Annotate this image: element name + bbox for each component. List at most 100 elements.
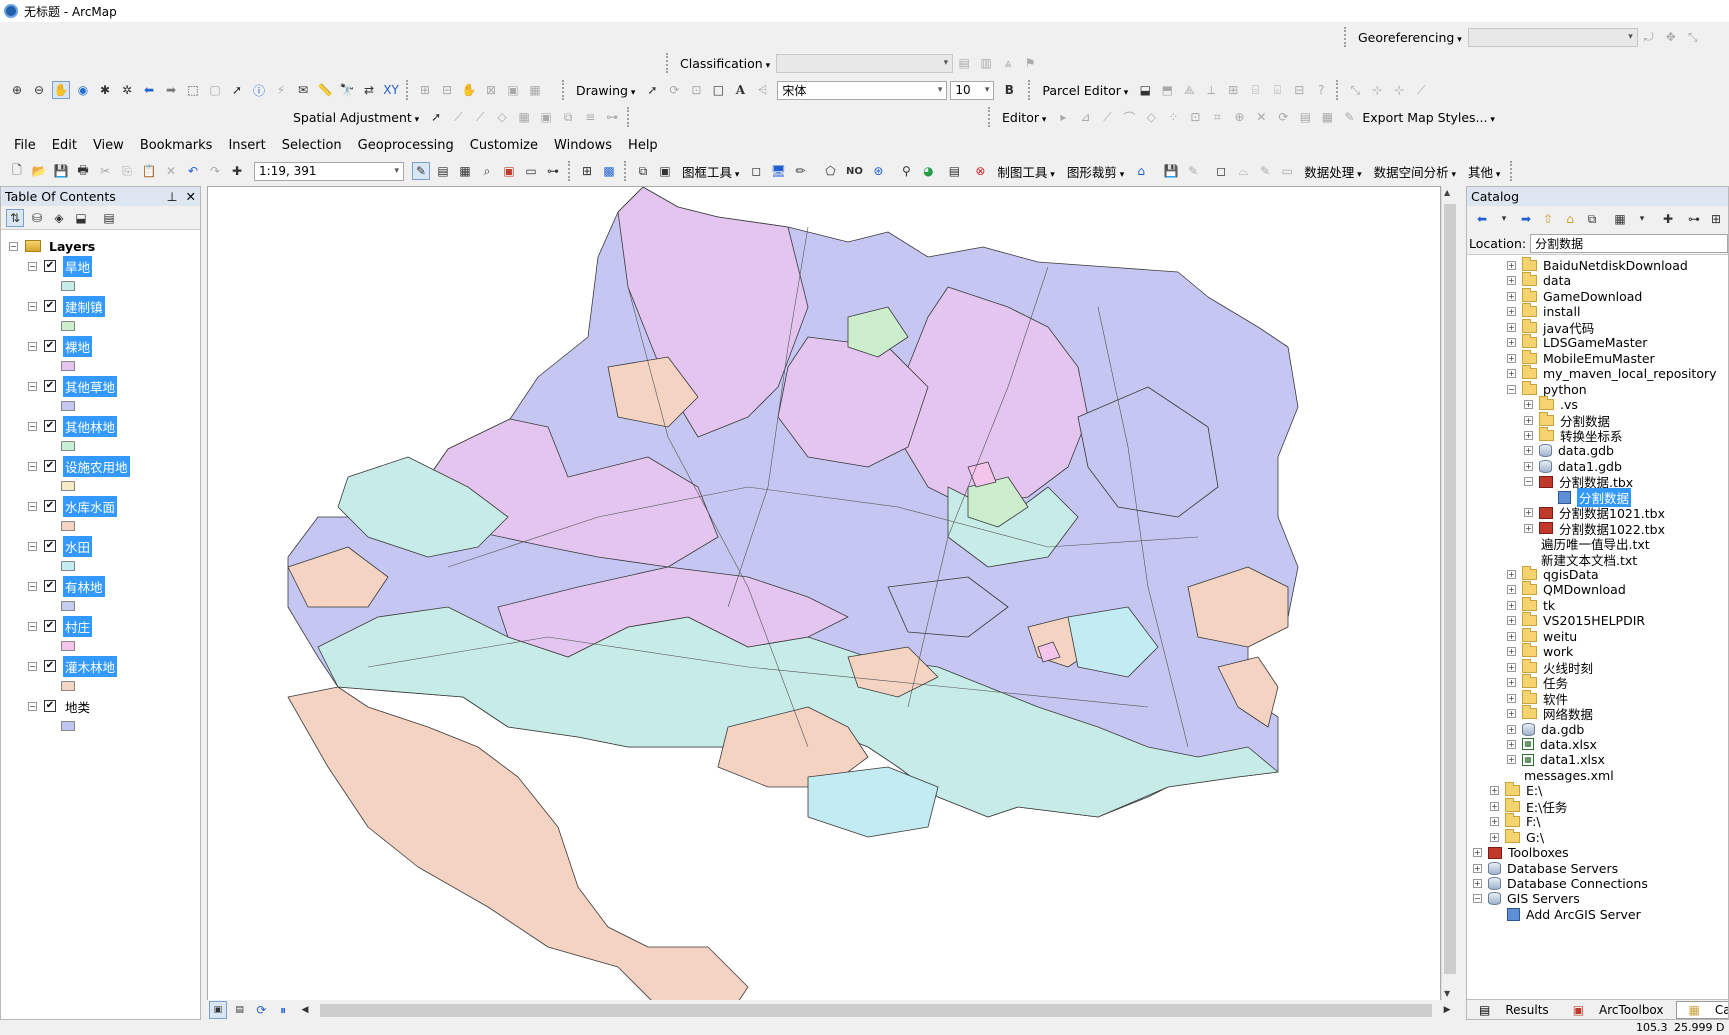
collapse-icon[interactable]: − [28, 341, 37, 351]
parcel-tool-9-icon[interactable]: ? [1312, 81, 1330, 99]
histogram-icon[interactable]: ▥ [977, 54, 995, 72]
catalog-item[interactable]: + QMDownload [1507, 581, 1626, 598]
table-tool-icon[interactable]: ▤ [945, 162, 963, 180]
export-map-styles-button[interactable]: Export Map Styles... [1360, 110, 1500, 125]
zoom-in-icon[interactable]: ⊕ [8, 81, 26, 99]
find-icon[interactable]: 🔭 [338, 81, 356, 99]
new-item-icon[interactable]: ✚ [1659, 210, 1677, 228]
graphic-clip-menu[interactable]: 图形裁剪 [1061, 162, 1130, 181]
back-icon[interactable]: ⬅ [1473, 210, 1491, 228]
layer-symbol-swatch[interactable] [61, 521, 75, 531]
connect-folder-icon[interactable]: ⧉ [1583, 210, 1601, 228]
search-window-icon[interactable]: ⌕ [478, 162, 496, 180]
catalog-window-icon[interactable]: ▦ [456, 162, 474, 180]
create-features-icon[interactable]: ✎ [1340, 108, 1358, 126]
toolbar-grip[interactable] [624, 161, 628, 181]
fixed-zoom-out-icon[interactable]: ✲ [118, 81, 136, 99]
layer-row[interactable]: − ✔ 水库水面 [9, 495, 200, 517]
catalog-item[interactable]: + my_maven_local_repository [1507, 365, 1717, 382]
house-polygon-icon[interactable]: ⌂ [1132, 162, 1150, 180]
layer-visibility-checkbox[interactable]: ✔ [44, 540, 56, 552]
expand-icon[interactable]: + [1507, 369, 1516, 379]
expand-icon[interactable]: + [1473, 848, 1482, 858]
open-folder-icon[interactable]: 📂 [30, 162, 48, 180]
horizontal-scroll-thumb[interactable] [319, 1003, 1433, 1017]
toolbar-grip[interactable] [562, 80, 566, 100]
layer-visibility-checkbox[interactable]: ✔ [44, 700, 56, 712]
georef-layer-combo[interactable]: ▾ [1467, 27, 1638, 47]
hyperlink-icon[interactable]: ⚡ [272, 81, 290, 99]
collapse-icon[interactable]: − [1507, 384, 1516, 394]
options-icon[interactable]: ▤ [100, 209, 118, 227]
layer-symbol-swatch[interactable] [61, 601, 75, 611]
layout-tool-6-icon[interactable]: ▦ [526, 81, 544, 99]
attributes-icon[interactable]: ▤ [1296, 108, 1314, 126]
vertical-scrollbar[interactable]: ▲ ▼ [1441, 186, 1458, 1000]
no-button[interactable]: NO [843, 162, 865, 180]
layer-symbol-swatch[interactable] [61, 481, 75, 491]
toolbar-grip[interactable] [988, 107, 992, 127]
expand-icon[interactable]: + [1490, 801, 1499, 811]
find-route-icon[interactable]: ⇄ [360, 81, 378, 99]
parcel-tool-5-icon[interactable]: ⊞ [1224, 81, 1242, 99]
layer-symbol-swatch[interactable] [61, 441, 75, 451]
layer-name[interactable]: 裸地 [63, 335, 93, 357]
tab-catalog[interactable]: ▦ Catalog [1675, 1000, 1728, 1019]
undo-icon[interactable]: ↶ [184, 162, 202, 180]
layer-row[interactable]: − ✔ 灌木林地 [9, 655, 200, 677]
expand-icon[interactable]: + [1507, 570, 1516, 579]
layer-name[interactable]: 其他林地 [63, 415, 118, 437]
text-a-icon[interactable]: A [731, 81, 749, 99]
layer-row[interactable]: − ✔ 其他林地 [9, 415, 200, 437]
point-icon[interactable]: ⁘ [1164, 108, 1182, 126]
layer-name[interactable]: 设施农用地 [63, 455, 130, 477]
paste-icon[interactable]: 📋 [140, 162, 158, 180]
catalog-item[interactable]: + F:\ [1490, 813, 1541, 830]
toolbar-grip[interactable] [1344, 27, 1348, 47]
layer-visibility-checkbox[interactable]: ✔ [44, 580, 56, 592]
rectangle-icon[interactable]: □ [709, 81, 727, 99]
select-elements-icon[interactable]: ➚ [427, 108, 445, 126]
expand-icon[interactable]: + [1473, 879, 1482, 888]
layer-symbol-swatch[interactable] [61, 361, 75, 371]
font-name-combo[interactable]: 宋体 ▾ [777, 80, 948, 100]
land-use-map[interactable] [208, 186, 1440, 1021]
rotate-icon[interactable]: ⤾ [1640, 28, 1658, 46]
collapse-icon[interactable]: − [28, 661, 37, 671]
collapse-icon[interactable]: − [28, 301, 37, 311]
monitor-icon[interactable]: 🖥 [769, 162, 787, 180]
square-tool-icon[interactable]: ◻ [747, 162, 765, 180]
layer-name[interactable]: 水库水面 [63, 495, 118, 517]
layout-view-icon[interactable]: ▤ [231, 1001, 249, 1019]
color-wheel-icon[interactable]: ◕ [919, 162, 937, 180]
collapse-icon[interactable]: − [28, 421, 37, 431]
zoom-whole-page-icon[interactable]: ⊡ [687, 81, 705, 99]
catalog-item[interactable]: + Database Servers [1473, 860, 1618, 877]
layer-row[interactable]: − ✔ 水田 [9, 535, 200, 557]
edit-tool-icon[interactable]: ▸ [1054, 108, 1072, 126]
expand-icon[interactable]: + [1490, 817, 1499, 827]
toolbar-grip[interactable] [1510, 161, 1514, 181]
layer-symbol-swatch[interactable] [61, 321, 75, 331]
layout-tool-4-icon[interactable]: ⊠ [482, 81, 500, 99]
catalog-item[interactable]: + java代码 [1507, 318, 1594, 336]
close-icon[interactable]: ✕ [186, 189, 196, 204]
edit-vertices-icon[interactable]: ⩤ [753, 81, 771, 99]
toolbar-grip[interactable] [1336, 80, 1340, 100]
menu-file[interactable]: File [6, 138, 44, 153]
preview-icon[interactable]: ▣ [537, 108, 555, 126]
cut-polygons-icon[interactable]: ⊕ [1230, 108, 1248, 126]
layer-visibility-checkbox[interactable]: ✔ [44, 340, 56, 352]
catalog-item[interactable]: + G:\ [1490, 828, 1544, 846]
forward-extent-icon[interactable]: ➡ [162, 81, 180, 99]
frame-tools-menu[interactable]: 图框工具 [676, 162, 745, 181]
catalog-item[interactable]: + LDSGameMaster [1507, 334, 1647, 351]
model-builder-icon[interactable]: ⊶ [544, 162, 562, 180]
expand-icon[interactable]: + [1507, 291, 1516, 301]
catalog-item[interactable]: + data [1507, 272, 1571, 289]
rotate-icon[interactable]: ⟳ [1274, 108, 1292, 126]
layer-name[interactable]: 建制镇 [63, 295, 105, 317]
go-to-xy-icon[interactable]: XY [382, 81, 400, 99]
catalog-item[interactable]: + MobileEmuMaster [1507, 349, 1655, 367]
collapse-icon[interactable]: − [28, 501, 37, 511]
